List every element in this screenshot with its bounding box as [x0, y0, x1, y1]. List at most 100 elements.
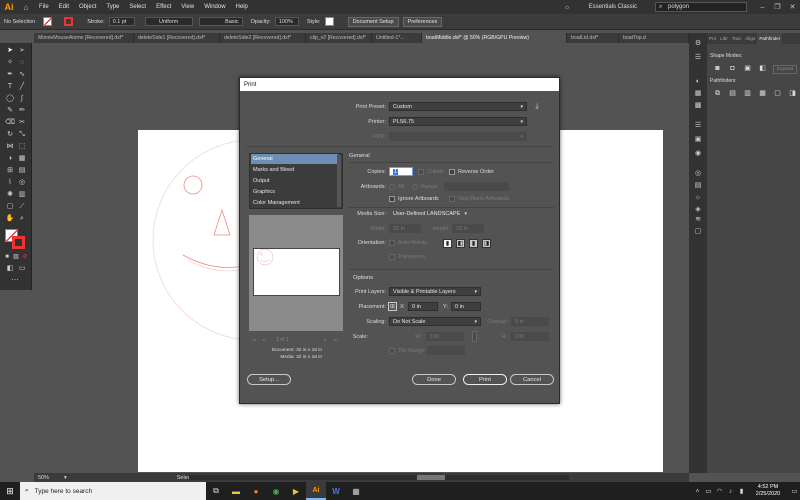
graph-tool-icon[interactable]: ▥ [17, 190, 27, 199]
next-page-icon[interactable]: ▸ [324, 337, 327, 343]
scale-w-input[interactable]: 100 [426, 332, 464, 341]
range-input[interactable] [444, 182, 509, 191]
zoom-tool-icon[interactable]: ⌕ [17, 214, 27, 223]
screen-mode-icon[interactable]: ▭ [17, 264, 27, 273]
appearance-icon[interactable]: ☼ [693, 193, 703, 202]
paintbrush-icon[interactable]: ∫ [17, 94, 27, 103]
file-explorer-icon[interactable]: ▬ [226, 482, 246, 500]
range-radio[interactable] [412, 184, 418, 190]
lasso-icon[interactable]: ◌ [17, 58, 27, 67]
variable-width-profile[interactable]: Uniform [144, 17, 193, 26]
menu-file[interactable]: File [34, 4, 54, 10]
category-general[interactable]: General [251, 154, 338, 164]
properties-icon[interactable]: ⚙ [693, 39, 703, 48]
wifi-icon[interactable]: ◠ [714, 487, 725, 495]
all-radio[interactable] [389, 184, 395, 190]
ppd-dropdown[interactable]: ▾ [389, 132, 527, 141]
curvature-tool-icon[interactable]: ∿ [17, 70, 27, 79]
pencil-icon[interactable]: ✏ [17, 106, 27, 115]
transparency-icon[interactable]: ▤ [693, 181, 703, 190]
horizontal-scrollbar[interactable] [189, 475, 569, 480]
tile-range-checkbox[interactable] [389, 348, 395, 354]
menu-help[interactable]: Help [231, 4, 253, 10]
category-output[interactable]: Output [251, 176, 338, 186]
doc-tab[interactable]: boatLid.dxf* [567, 33, 619, 43]
constrain-proportions-icon[interactable] [472, 331, 477, 342]
doc-tab[interactable]: Untitled-1*... [372, 33, 422, 43]
page-number[interactable]: 1 of 1 [276, 337, 289, 343]
tab-pathfinder[interactable]: Pathfinder [757, 33, 783, 44]
last-page-icon[interactable]: ▸| [334, 337, 338, 343]
gradient-icon[interactable]: ◎ [693, 169, 703, 178]
pen-tool-icon[interactable]: ✒ [5, 70, 15, 79]
tab-align[interactable]: Align [743, 33, 757, 44]
category-scrollbar[interactable] [337, 155, 341, 207]
print-preset-dropdown[interactable]: Custom ▾ [389, 102, 527, 111]
copies-input[interactable]: 1 [389, 167, 413, 176]
landscape-left-icon[interactable]: ◧ [456, 239, 465, 248]
stroke-icon[interactable]: ◉ [693, 149, 703, 158]
exclude-icon[interactable]: ◧ [758, 65, 767, 73]
collate-checkbox[interactable] [418, 169, 424, 175]
artboard-tool-icon[interactable]: ▢ [5, 202, 15, 211]
tile-range-input[interactable] [427, 346, 465, 355]
y-input[interactable]: 0 in [451, 302, 481, 311]
direct-selection-tool-icon[interactable]: ➢ [17, 46, 27, 55]
media-size-dropdown[interactable]: User-Defined LANDSCAPE ▾ [389, 209, 471, 218]
notifications-icon[interactable]: ▭ [789, 487, 800, 495]
hand-tool-icon[interactable]: ✋ [5, 214, 15, 223]
drawing-mode-icon[interactable]: ◧ [5, 264, 15, 273]
color-icon[interactable]: ◐ [693, 77, 703, 86]
menu-window[interactable]: Window [199, 4, 230, 10]
minimize-icon[interactable]: – [755, 4, 770, 11]
transverse-checkbox[interactable] [389, 254, 395, 260]
brush-definition[interactable]: Basic [198, 17, 243, 26]
menu-view[interactable]: View [176, 4, 199, 10]
category-graphics[interactable]: Graphics [251, 187, 338, 197]
width-tool-icon[interactable]: ⋈ [5, 142, 15, 151]
divide-icon[interactable]: ⧉ [713, 90, 722, 98]
symbol-sprayer-icon[interactable]: ✺ [5, 190, 15, 199]
slice-tool-icon[interactable]: ⟋ [17, 202, 27, 211]
libraries-icon[interactable]: ☰ [693, 53, 703, 62]
overlap-input[interactable]: 0 in [511, 317, 549, 326]
media-player-icon[interactable]: ▶ [286, 482, 306, 500]
scale-h-input[interactable]: 100 [511, 332, 549, 341]
stroke-weight-field[interactable]: 0.1 pt [108, 17, 135, 26]
clock[interactable]: 4:52 PM 2/25/2020 [747, 484, 789, 498]
minus-front-icon[interactable]: ◘ [728, 65, 737, 73]
more-tools-icon[interactable]: ⋯ [10, 276, 20, 285]
category-color-management[interactable]: Color Management [251, 198, 338, 208]
zoom-level[interactable]: 50% [38, 475, 62, 481]
workspace-switcher[interactable]: Essentials Classic [589, 4, 637, 10]
illustrator-app-icon[interactable]: Ai [306, 482, 326, 500]
firefox-icon[interactable]: ● [246, 482, 266, 500]
swatches-icon[interactable]: ▩ [693, 101, 703, 110]
scaling-dropdown[interactable]: Do Not Scale ▾ [389, 317, 481, 326]
lightbulb-icon[interactable]: ☼ [560, 4, 575, 11]
tab-properties[interactable]: Pro [707, 33, 718, 44]
tab-libraries[interactable]: Libr [718, 33, 730, 44]
document-setup-button[interactable]: Document Setup [347, 16, 399, 27]
battery-icon[interactable]: ▮ [736, 487, 747, 495]
type-tool-icon[interactable]: T [5, 82, 15, 91]
doc-tab[interactable]: boatTop.d [619, 33, 689, 43]
scrollbar-thumb[interactable] [417, 475, 445, 480]
reverse-order-checkbox[interactable] [449, 169, 455, 175]
merge-icon[interactable]: ▥ [743, 90, 752, 98]
print-preview[interactable] [249, 215, 343, 331]
help-search-input[interactable]: ⌕ polygon [655, 2, 747, 12]
first-page-icon[interactable]: |◂ [252, 337, 256, 343]
landscape-right-icon[interactable]: ◨ [482, 239, 491, 248]
placement-grid-icon[interactable]: ⊞ [388, 302, 397, 311]
mesh-tool-icon[interactable]: ⊞ [5, 166, 15, 175]
restore-icon[interactable]: ❐ [770, 3, 785, 11]
layers-icon[interactable]: ≋ [693, 215, 703, 224]
zoom-dropdown-icon[interactable]: ▾ [64, 475, 67, 481]
home-icon[interactable]: ⌂ [18, 0, 34, 14]
artboards-icon[interactable]: ▢ [693, 227, 703, 236]
opacity-field[interactable]: 100% [274, 17, 299, 26]
color-guide-icon[interactable]: ▦ [693, 89, 703, 98]
printer-dropdown[interactable]: PLS6.75 ▾ [389, 117, 527, 126]
magic-wand-icon[interactable]: ✧ [5, 58, 15, 67]
